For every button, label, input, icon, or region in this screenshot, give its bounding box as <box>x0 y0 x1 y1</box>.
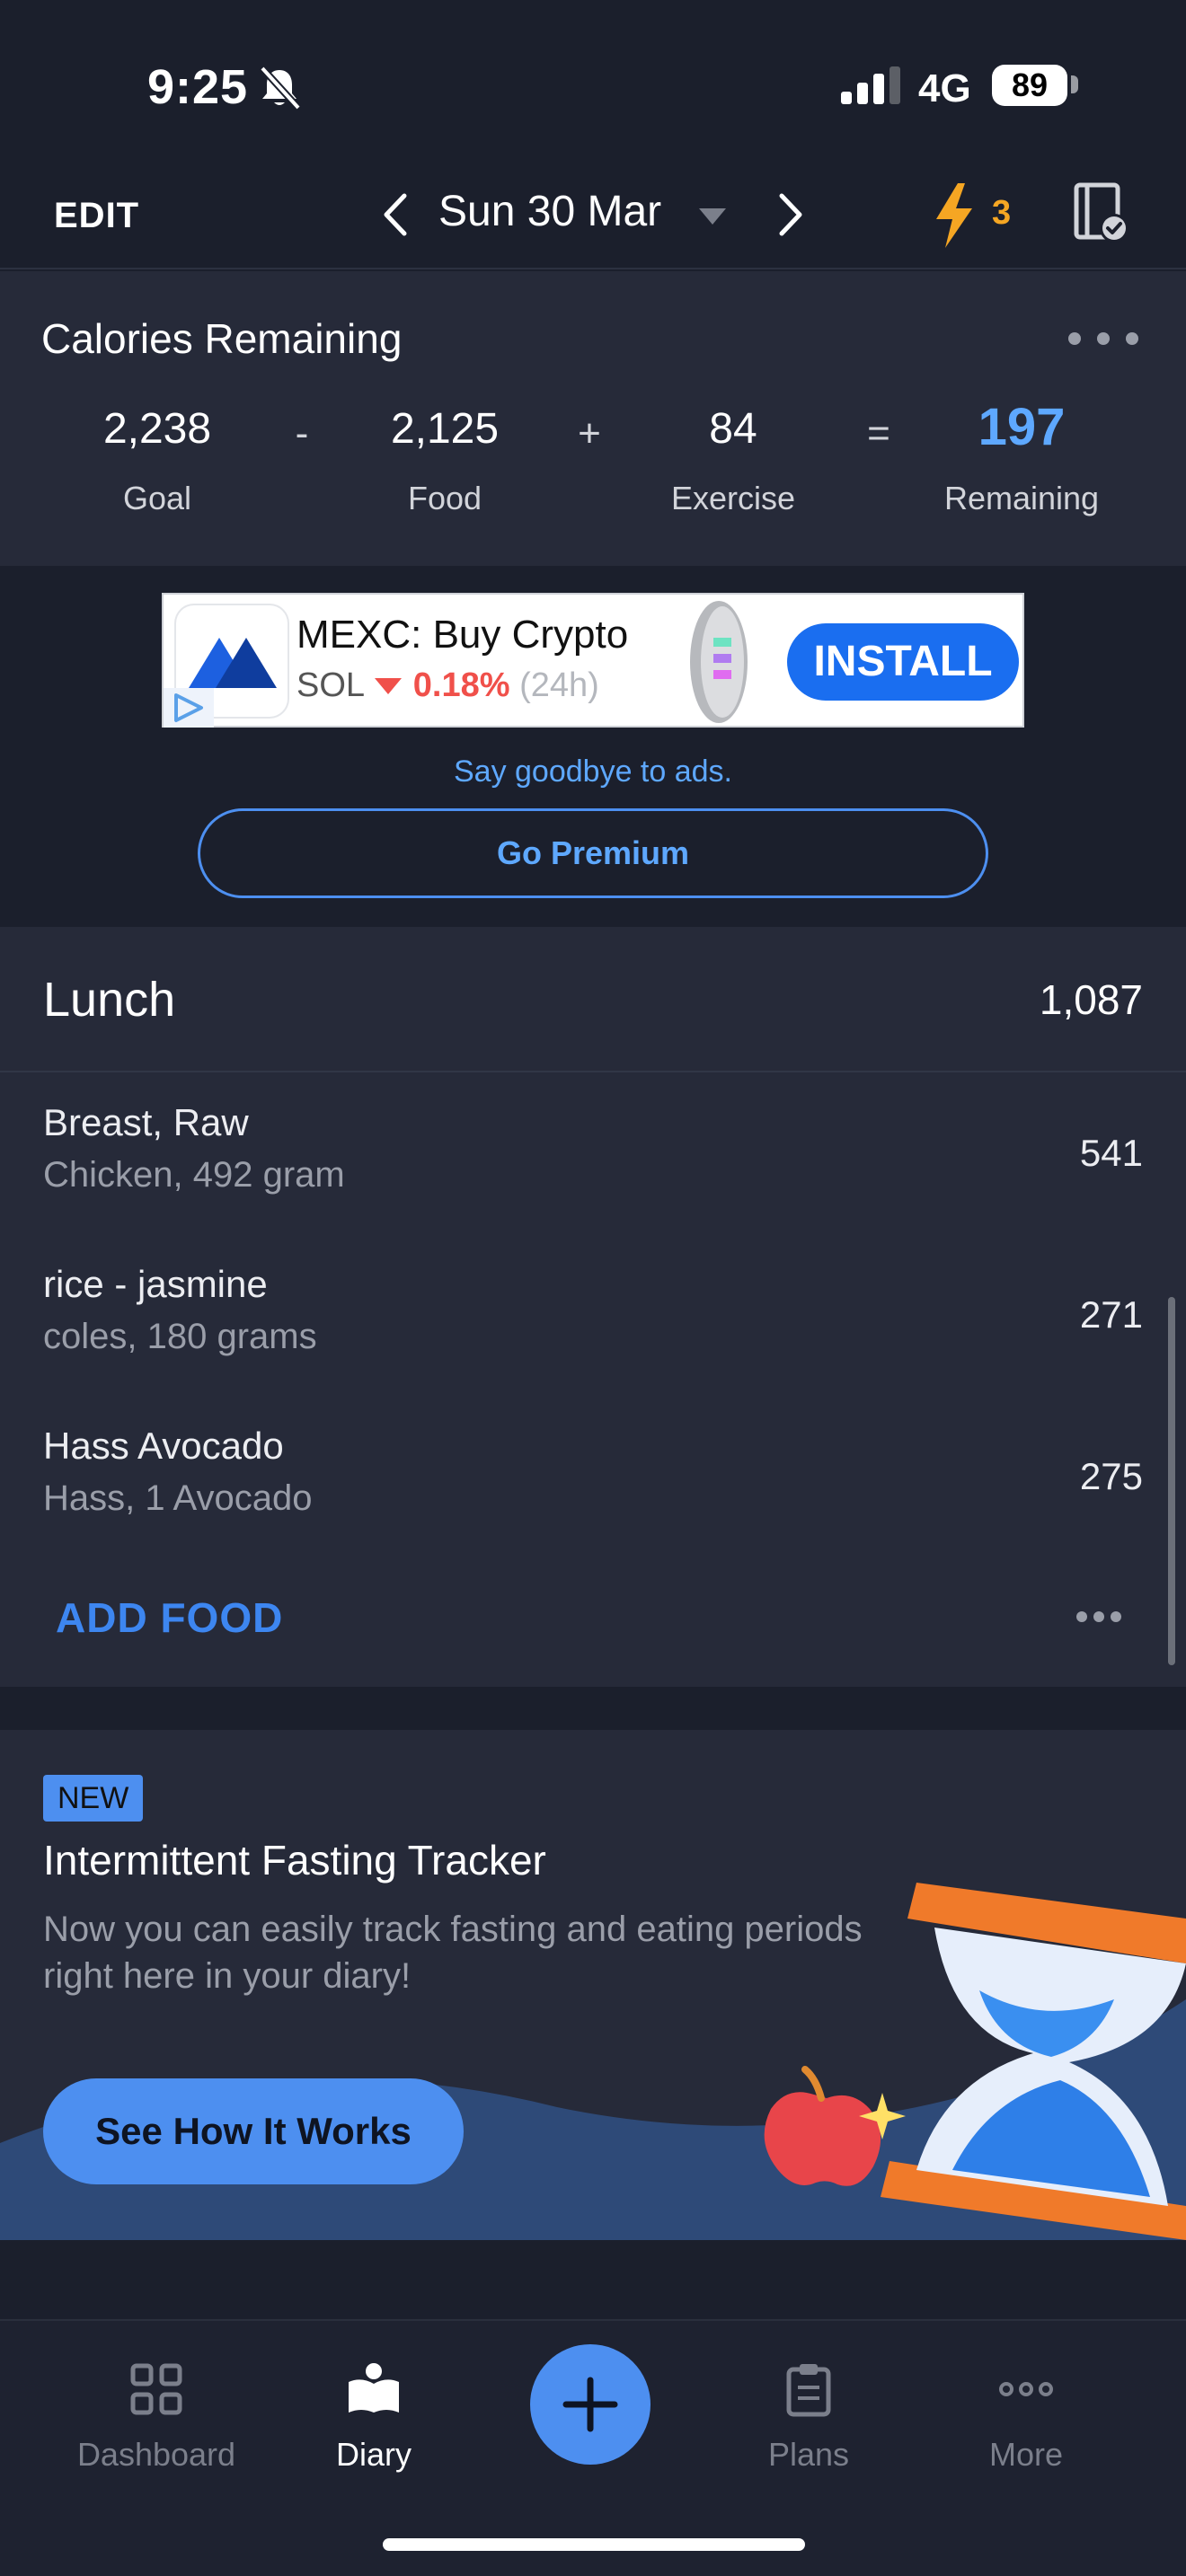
ad-title: MEXC: Buy Crypto <box>296 613 629 657</box>
remaining-value: 197 <box>978 398 1066 456</box>
dashboard-icon <box>130 2363 182 2415</box>
diary-header: EDIT Sun 30 Mar 3 <box>0 162 1186 269</box>
food-name: Breast, Raw <box>43 1101 249 1143</box>
go-premium-button[interactable]: Go Premium <box>198 808 988 898</box>
food-detail: Chicken, 492 gram <box>43 1155 345 1195</box>
food-calories: 275 <box>1079 1455 1143 1497</box>
next-day-chevron-icon[interactable] <box>771 189 810 241</box>
new-badge: NEW <box>43 1775 144 1822</box>
add-entry-button[interactable] <box>530 2344 651 2465</box>
food-calories: 541 <box>1079 1132 1143 1174</box>
food-detail: coles, 180 grams <box>43 1317 317 1356</box>
previous-day-chevron-icon[interactable] <box>376 189 415 241</box>
calories-remaining-card[interactable]: Calories Remaining 2,238 Goal - 2,125 Fo… <box>0 271 1186 566</box>
promo-title: Intermittent Fasting Tracker <box>43 1837 546 1883</box>
caret-down-icon[interactable] <box>697 207 728 226</box>
food-detail: Hass, 1 Avocado <box>43 1478 313 1518</box>
equals-operator: = <box>867 411 890 455</box>
more-options-icon[interactable] <box>1066 329 1141 348</box>
bell-muted-icon <box>260 66 301 110</box>
hourglass-illustration-icon <box>881 1883 1186 2240</box>
meal-title: Lunch <box>43 973 176 1027</box>
streak-count[interactable]: 3 <box>992 194 1011 233</box>
lunch-meal-card: Lunch 1,087 Breast, Raw Chicken, 492 gra… <box>0 927 1186 1687</box>
ad-period: (24h) <box>519 666 599 704</box>
exercise-value: 84 <box>709 405 757 453</box>
goal-value: 2,238 <box>102 405 212 453</box>
exercise-label: Exercise <box>670 480 796 516</box>
food-name: rice - jasmine <box>43 1263 268 1305</box>
calories-title: Calories Remaining <box>41 315 403 362</box>
plus-operator: + <box>578 411 601 455</box>
minus-operator: - <box>295 411 309 455</box>
plans-icon <box>786 2364 831 2417</box>
remaining-label: Remaining <box>943 480 1100 516</box>
install-button[interactable]: INSTALL <box>787 623 1019 701</box>
meal-more-options-icon[interactable] <box>1075 1610 1123 1624</box>
battery-icon <box>1071 75 1078 93</box>
ad-choices-icon[interactable] <box>164 688 214 728</box>
cellular-signal-icon <box>841 66 900 104</box>
status-bar: 9:25 4G 89 <box>0 0 1186 162</box>
more-icon <box>999 2382 1053 2396</box>
food-calories: 271 <box>1079 1293 1143 1336</box>
coin-image-icon <box>690 601 748 723</box>
add-food-button[interactable]: ADD FOOD <box>56 1593 283 1642</box>
price-down-icon <box>375 678 403 694</box>
fasting-promo-card[interactable]: NEW Intermittent Fasting Tracker Now you… <box>0 1730 1186 2240</box>
diary-icon <box>349 2363 399 2413</box>
network-type: 4G <box>918 66 971 110</box>
promo-description: Now you can easily track fasting and eat… <box>43 1910 863 1996</box>
see-how-it-works-button[interactable]: See How It Works <box>43 2078 464 2184</box>
tab-diary[interactable]: Diary <box>266 2360 482 2474</box>
tab-plans[interactable]: Plans <box>701 2360 916 2474</box>
status-time: 9:25 <box>147 60 249 114</box>
edit-button[interactable]: EDIT <box>54 196 139 236</box>
tab-label: More <box>988 2436 1064 2473</box>
meal-divider <box>0 1071 1186 1072</box>
ad-section: MEXC: Buy Crypto SOL 0.18% (24h) INSTALL… <box>0 566 1186 927</box>
tab-more[interactable]: More <box>918 2360 1134 2474</box>
diary-complete-icon[interactable] <box>1073 181 1130 244</box>
tab-label: Dashboard <box>76 2436 236 2473</box>
say-goodbye-text: Say goodbye to ads. <box>453 754 732 789</box>
food-label: Food <box>407 480 482 516</box>
lightning-bolt-icon[interactable] <box>931 181 978 250</box>
goal-label: Goal <box>122 480 192 516</box>
plus-icon <box>562 2377 618 2432</box>
home-indicator[interactable] <box>383 2538 805 2551</box>
meal-total-calories: 1,087 <box>1039 976 1143 1023</box>
food-value: 2,125 <box>390 405 500 453</box>
ad-change: 0.18% <box>412 666 510 704</box>
ad-subtitle: SOL 0.18% (24h) <box>296 666 599 705</box>
tab-dashboard[interactable]: Dashboard <box>49 2360 264 2474</box>
battery-level: 89 <box>992 65 1067 106</box>
food-name: Hass Avocado <box>43 1425 284 1467</box>
tab-label: Plans <box>767 2436 850 2473</box>
ad-banner[interactable]: MEXC: Buy Crypto SOL 0.18% (24h) INSTALL <box>162 593 1024 728</box>
scroll-indicator[interactable] <box>1168 1297 1175 1665</box>
date-selector[interactable]: Sun 30 Mar <box>438 187 661 236</box>
tab-label: Diary <box>335 2436 412 2473</box>
ad-ticker: SOL <box>296 666 364 704</box>
